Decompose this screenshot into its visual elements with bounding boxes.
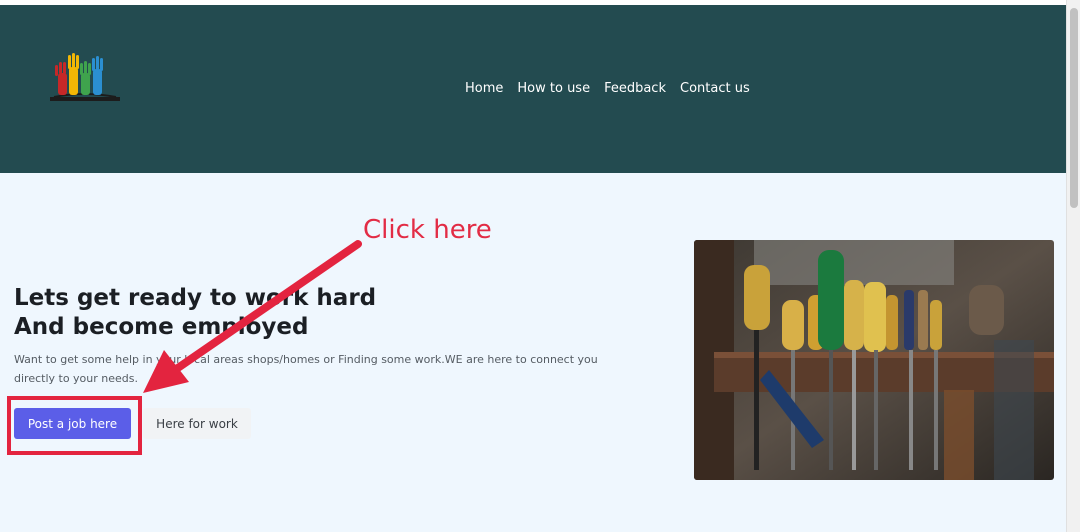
tools-photo	[694, 240, 1054, 480]
scrollbar-thumb[interactable]	[1070, 8, 1078, 208]
main-nav: Home How to use Feedback Contact us	[465, 81, 750, 96]
here-for-work-button[interactable]: Here for work	[143, 408, 251, 439]
hero-title-line-1: Lets get ready to work hard	[14, 285, 377, 311]
post-job-button[interactable]: Post a job here	[14, 408, 131, 439]
nav-how-to-use[interactable]: How to use	[517, 81, 590, 96]
page-scrollbar[interactable]	[1066, 0, 1080, 532]
annotation-click-here-label: Click here	[363, 215, 492, 245]
nav-feedback[interactable]: Feedback	[604, 81, 666, 96]
hero-title: Lets get ready to work hard And become e…	[14, 284, 376, 342]
site-header: Home How to use Feedback Contact us	[0, 5, 1066, 173]
nav-home[interactable]: Home	[465, 81, 503, 96]
hero-title-line-2: And become employed	[14, 314, 309, 340]
raised-hands-logo-icon[interactable]	[48, 49, 122, 111]
hero-description: Want to get some help in your local area…	[14, 353, 598, 385]
hero-section: Lets get ready to work hard And become e…	[0, 173, 1066, 532]
nav-contact-us[interactable]: Contact us	[680, 81, 750, 96]
